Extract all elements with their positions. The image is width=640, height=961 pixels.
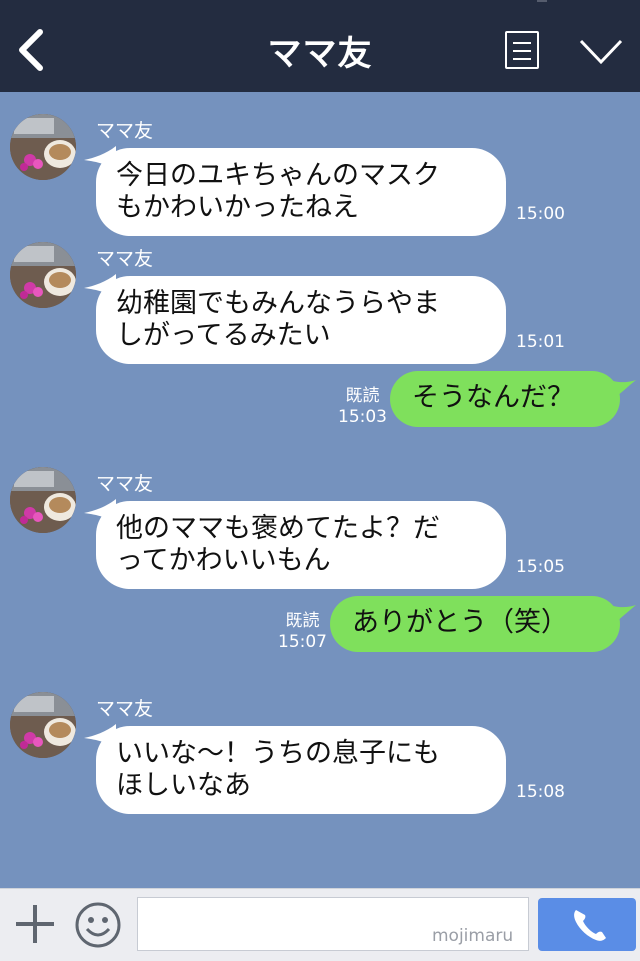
menu-icon[interactable] [505,31,539,69]
message-line: ってかわいいもん [116,545,331,576]
bubble-tail [604,378,636,406]
chat-header: ママ友 [0,0,640,92]
message-line: 今日のユキちゃんのマスク [116,160,440,191]
chevron-down-icon[interactable] [578,38,624,66]
message-time: 15:01 [516,332,565,352]
call-button[interactable] [538,898,636,951]
read-receipt: 既読 15:03 [338,386,387,428]
chat-title: ママ友 [267,34,373,74]
avatar[interactable] [10,242,76,308]
bubble-tail [604,603,636,631]
read-label: 既読 [285,611,320,631]
read-label: 既読 [345,386,380,406]
message-time: 15:07 [278,632,327,652]
avatar[interactable] [10,692,76,758]
my-message-bubble[interactable]: そうなんだ？ [390,371,620,427]
sender-name: ママ友 [96,698,154,720]
message-line: 幼稚園でもみんなうらやま [116,288,440,319]
input-bar [0,888,640,961]
phone-icon [574,910,606,941]
message-time: 15:05 [516,557,565,577]
my-message-bubble[interactable]: ありがとう（笑） [330,596,620,652]
smiley-icon[interactable] [74,901,122,949]
message-list[interactable]: ママ友 今日のユキちゃんのマスク もかわいかったねえ 15:00 ママ友 幼稚園… [0,92,640,888]
watermark: mojimaru [432,926,514,946]
message-time: 15:03 [338,407,387,427]
plus-icon[interactable] [14,903,56,945]
message-bubble[interactable]: 今日のユキちゃんのマスク もかわいかったねえ [96,148,506,236]
avatar[interactable] [10,114,76,180]
message-line: もかわいかったねえ [116,192,359,223]
message-bubble[interactable]: いいな〜！うちの息子にも ほしいなあ [96,726,506,814]
status-mark [537,0,547,2]
message-time: 15:00 [516,204,565,224]
sender-name: ママ友 [96,120,154,142]
sender-name: ママ友 [96,473,154,495]
message-line: ほしいなあ [116,770,251,801]
read-receipt: 既読 15:07 [278,611,327,653]
sender-name: ママ友 [96,248,154,270]
message-line: しがってるみたい [116,320,331,351]
message-line: 他のママも褒めてたよ？だ [116,513,440,544]
message-bubble[interactable]: 幼稚園でもみんなうらやま しがってるみたい [96,276,506,364]
message-time: 15:08 [516,782,565,802]
avatar[interactable] [10,467,76,533]
message-line: いいな〜！うちの息子にも [116,738,440,769]
message-bubble[interactable]: 他のママも褒めてたよ？だ ってかわいいもん [96,501,506,589]
